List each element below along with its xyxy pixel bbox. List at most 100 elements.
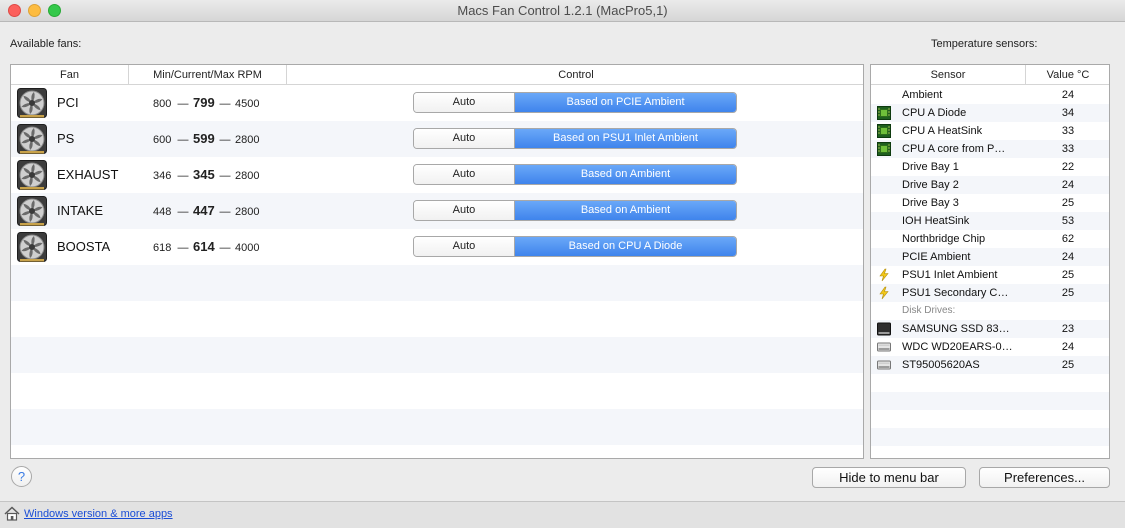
sensor-value: 23 [1061, 323, 1075, 335]
fan-rpm: 346 — 345 — 2800 [153, 167, 260, 182]
sensor-value: 62 [1061, 233, 1075, 245]
sensor-value: 33 [1061, 125, 1075, 137]
fan-max-rpm: 2800 [235, 170, 260, 182]
sensor-name: PSU1 Inlet Ambient [902, 269, 998, 281]
sensor-name: ST95005620AS [902, 359, 980, 371]
rpm-separator: — [219, 134, 231, 146]
fan-min-rpm: 600 [153, 134, 172, 146]
fan-name: EXHAUST [57, 167, 119, 182]
fan-control-segmented: Auto Based on PCIE Ambient [413, 92, 737, 113]
sensor-value: 53 [1061, 215, 1075, 227]
fan-max-rpm: 4000 [235, 242, 260, 254]
sensor-row: CPU A Diode 34 [871, 104, 1109, 122]
fan-control-segmented: Auto Based on CPU A Diode [413, 236, 737, 257]
empty-row [11, 409, 863, 445]
fan-row: BOOSTA 618 — 614 — 4000 Auto Based on CPU A Dio… [11, 229, 863, 265]
preferences-button[interactable]: Preferences... [979, 467, 1110, 488]
rpm-separator: — [177, 98, 189, 110]
sensor-value: 25 [1061, 359, 1075, 371]
sensor-name: SAMSUNG SSD 83… [902, 323, 1010, 335]
empty-row [11, 265, 863, 301]
fan-max-rpm: 4500 [235, 98, 260, 110]
custom-control-button[interactable]: Based on Ambient [515, 201, 736, 220]
lightning-icon [879, 268, 889, 282]
control-column-header[interactable]: Control [287, 65, 863, 85]
bottom-bar: Windows version & more apps [0, 501, 1125, 528]
sensor-row: ST95005620AS 25 [871, 356, 1109, 374]
sensor-value: 24 [1061, 251, 1075, 263]
sensor-value: 24 [1061, 341, 1075, 353]
auto-control-button[interactable]: Auto [414, 129, 515, 148]
lightning-icon [879, 286, 889, 300]
sensor-name: IOH HeatSink [902, 215, 970, 227]
sensor-name: Drive Bay 1 [902, 161, 959, 173]
hide-to-menu-bar-button[interactable]: Hide to menu bar [812, 467, 966, 488]
home-icon [4, 506, 20, 521]
sensors-table-header: Sensor Value °C [871, 65, 1109, 85]
auto-control-button[interactable]: Auto [414, 201, 515, 220]
sensor-row: Drive Bay 1 22 [871, 158, 1109, 176]
rpm-separator: — [219, 170, 231, 182]
auto-control-button[interactable]: Auto [414, 237, 515, 256]
fan-current-rpm: 799 [193, 95, 215, 110]
sensor-name: Drive Bay 2 [902, 179, 959, 191]
custom-control-button[interactable]: Based on Ambient [515, 165, 736, 184]
sensor-row: Drive Bay 2 24 [871, 176, 1109, 194]
sensor-name: PSU1 Secondary C… [902, 287, 1009, 299]
sensor-value: 24 [1061, 89, 1075, 101]
fan-column-header[interactable]: Fan [11, 65, 129, 85]
fan-row: INTAKE 448 — 447 — 2800 Auto Based on Ambient [11, 193, 863, 229]
fan-control-segmented: Auto Based on Ambient [413, 164, 737, 185]
available-fans-label: Available fans: [10, 38, 82, 50]
fan-icon [17, 160, 47, 190]
fans-table-header: Fan Min/Current/Max RPM Control [11, 65, 863, 85]
sensor-name: Northbridge Chip [902, 233, 986, 245]
sensor-row: Ambient 24 [871, 86, 1109, 104]
fan-min-rpm: 346 [153, 170, 172, 182]
sensor-name: CPU A core from P… [902, 143, 1006, 155]
sensor-name: PCIE Ambient [902, 251, 971, 263]
auto-control-button[interactable]: Auto [414, 165, 515, 184]
empty-row [871, 374, 1109, 392]
sensor-value: 25 [1061, 287, 1075, 299]
help-button[interactable]: ? [11, 466, 32, 487]
fan-name: PCI [57, 95, 79, 110]
sensor-row: PSU1 Inlet Ambient 25 [871, 266, 1109, 284]
rpm-separator: — [177, 170, 189, 182]
fan-icon [17, 232, 47, 262]
fan-min-rpm: 448 [153, 206, 172, 218]
auto-control-button[interactable]: Auto [414, 93, 515, 112]
fan-control-segmented: Auto Based on PSU1 Inlet Ambient [413, 128, 737, 149]
fan-row: EXHAUST 346 — 345 — 2800 Auto Based on Ambient [11, 157, 863, 193]
fan-icon [17, 124, 47, 154]
sensor-row: CPU A HeatSink 33 [871, 122, 1109, 140]
empty-row [871, 446, 1109, 458]
fan-icon [17, 88, 47, 118]
fans-table: Fan Min/Current/Max RPM Control PCI 800 — 7… [10, 64, 864, 459]
fan-min-rpm: 618 [153, 242, 172, 254]
fan-name: PS [57, 131, 75, 146]
rpm-separator: — [219, 98, 231, 110]
fan-current-rpm: 345 [193, 167, 215, 182]
fan-current-rpm: 447 [193, 203, 215, 218]
windows-version-link[interactable]: Windows version & more apps [24, 508, 173, 520]
sensor-name: CPU A HeatSink [902, 125, 983, 137]
rpm-column-header[interactable]: Min/Current/Max RPM [129, 65, 287, 85]
rpm-separator: — [219, 206, 231, 218]
empty-row [11, 301, 863, 337]
fan-current-rpm: 614 [193, 239, 215, 254]
sensor-value: 34 [1061, 107, 1075, 119]
chip-icon [877, 142, 891, 156]
fan-rpm: 600 — 599 — 2800 [153, 131, 259, 146]
custom-control-button[interactable]: Based on PCIE Ambient [515, 93, 736, 112]
custom-control-button[interactable]: Based on CPU A Diode [515, 237, 736, 256]
sensor-row: Drive Bay 3 25 [871, 194, 1109, 212]
sensor-column-header[interactable]: Sensor [871, 65, 1026, 85]
chip-icon [877, 106, 891, 120]
empty-row [871, 392, 1109, 410]
temperature-sensors-label: Temperature sensors: [931, 38, 1038, 50]
sensor-value: 22 [1061, 161, 1075, 173]
sensor-value: 24 [1061, 179, 1075, 191]
custom-control-button[interactable]: Based on PSU1 Inlet Ambient [515, 129, 736, 148]
value-column-header[interactable]: Value °C [1026, 65, 1109, 85]
